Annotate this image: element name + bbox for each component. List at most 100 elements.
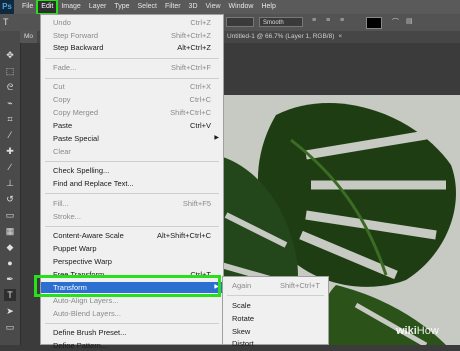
menu-fade-shortcut: Shift+Ctrl+F [170, 63, 211, 72]
tab-mo[interactable]: Mo [20, 31, 38, 43]
menu-define-brush[interactable]: Define Brush Preset... [41, 327, 223, 338]
menu-window[interactable]: Window [225, 0, 258, 14]
menu-cut[interactable]: Cut Ctrl+X [41, 81, 223, 92]
menu-copy[interactable]: Copy Ctrl+C [41, 94, 223, 105]
transform-submenu: Again Shift+Ctrl+T Scale Rotate Skew Dist… [222, 276, 329, 348]
menu-auto-blend[interactable]: Auto-Blend Layers... [41, 308, 223, 319]
brush-tool-icon[interactable]: ∕ [4, 161, 16, 173]
align-center-icon[interactable]: ≡ [326, 17, 330, 24]
photoshop-logo: Ps [0, 0, 14, 14]
menu-find-replace-label: Find and Replace Text... [53, 179, 134, 188]
menu-edit[interactable]: Edit [36, 0, 59, 15]
menu-clear[interactable]: Clear [41, 146, 223, 157]
menu-paste-special[interactable]: Paste Special ▶ [41, 133, 223, 144]
gradient-tool-icon[interactable]: ▦ [4, 225, 16, 237]
menu-find-replace[interactable]: Find and Replace Text... [41, 178, 223, 189]
menu-separator [45, 161, 219, 162]
menu-type[interactable]: Type [110, 0, 133, 14]
type-tool-icon[interactable]: T [4, 289, 16, 301]
marquee-tool-icon[interactable]: ⬚ [4, 65, 16, 77]
align-left-icon[interactable]: ≡ [312, 17, 316, 24]
lasso-tool-icon[interactable]: ᘓ [4, 81, 16, 93]
move-tool-icon[interactable]: ✥ [4, 49, 16, 61]
font-size-field[interactable] [226, 17, 254, 27]
submenu-rotate[interactable]: Rotate [223, 313, 328, 325]
menu-separator [45, 78, 219, 79]
align-right-icon[interactable]: ≡ [340, 17, 344, 24]
watermark-how: How [416, 325, 439, 337]
menu-separator [227, 295, 324, 296]
submenu-distort[interactable]: Distort [223, 338, 328, 350]
transform-annotation-highlight [34, 275, 221, 297]
menu-filter[interactable]: Filter [161, 0, 185, 14]
menu-fade[interactable]: Fade... Shift+Ctrl+F [41, 62, 223, 73]
wikihow-watermark: wikiHow [396, 325, 439, 337]
menu-copy-label: Copy [53, 95, 71, 104]
dodge-tool-icon[interactable]: ● [4, 257, 16, 269]
submenu-again-shortcut: Shift+Ctrl+T [279, 281, 320, 290]
eyedropper-tool-icon[interactable]: ⁄ [4, 129, 16, 141]
warp-text-icon[interactable]: ⌒ [392, 17, 399, 27]
menu-separator [45, 323, 219, 324]
menu-help[interactable]: Help [257, 0, 279, 14]
menu-fill[interactable]: Fill... Shift+F5 [41, 198, 223, 209]
menu-content-aware-scale-label: Content-Aware Scale [53, 231, 124, 240]
menu-define-brush-label: Define Brush Preset... [53, 328, 127, 337]
menu-paste-label: Paste [53, 121, 73, 130]
type-tool-icon[interactable]: T [3, 16, 15, 28]
menu-copy-merged[interactable]: Copy Merged Shift+Ctrl+C [41, 107, 223, 118]
menu-content-aware-scale[interactable]: Content-Aware Scale Alt+Shift+Ctrl+C [41, 230, 223, 241]
submenu-again[interactable]: Again Shift+Ctrl+T [223, 280, 328, 292]
shape-tool-icon[interactable]: ▭ [4, 321, 16, 333]
pen-tool-icon[interactable]: ✒ [4, 273, 16, 285]
menu-fade-label: Fade... [53, 63, 77, 72]
submenu-scale[interactable]: Scale [223, 300, 328, 312]
anti-alias-select[interactable]: Smooth [259, 17, 303, 27]
close-icon[interactable]: × [338, 33, 342, 40]
menu-stroke[interactable]: Stroke... [41, 211, 223, 222]
quick-select-tool-icon[interactable]: ⌁ [4, 97, 16, 109]
menu-paste[interactable]: Paste Ctrl+V [41, 120, 223, 131]
toolbox: ✥ ⬚ ᘓ ⌁ ⌗ ⁄ ✚ ∕ ⊥ ↺ ▭ ▦ ◆ ● ✒ T ➤ ▭ [0, 31, 21, 345]
menu-step-forward[interactable]: Step Forward Shift+Ctrl+Z [41, 30, 223, 41]
menu-define-pattern[interactable]: Define Pattern... [41, 340, 223, 351]
menu-clear-label: Clear [53, 147, 71, 156]
menu-paste-shortcut: Ctrl+V [189, 121, 211, 130]
watermark-wiki: wiki [396, 325, 417, 337]
character-panel-icon[interactable]: ▤ [406, 17, 413, 25]
submenu-arrow-icon: ▶ [214, 135, 219, 141]
menu-image[interactable]: Image [57, 0, 84, 14]
menu-select[interactable]: Select [134, 0, 161, 14]
menu-3d[interactable]: 3D [185, 0, 202, 14]
menu-view[interactable]: View [202, 0, 225, 14]
menu-stroke-label: Stroke... [53, 212, 81, 221]
menu-cut-shortcut: Ctrl+X [189, 82, 211, 91]
tab-untitled-label: Untitled-1 @ 66.7% (Layer 1, RGB/8) [227, 33, 335, 40]
tab-untitled[interactable]: Untitled-1 @ 66.7% (Layer 1, RGB/8) × [227, 31, 342, 43]
menu-perspective-warp[interactable]: Perspective Warp [41, 256, 223, 267]
menu-puppet-warp[interactable]: Puppet Warp [41, 243, 223, 254]
menu-undo[interactable]: Undo Ctrl+Z [41, 17, 223, 28]
menu-puppet-warp-label: Puppet Warp [53, 244, 97, 253]
path-selection-tool-icon[interactable]: ➤ [4, 305, 16, 317]
menu-check-spelling[interactable]: Check Spelling... [41, 165, 223, 176]
submenu-skew[interactable]: Skew [223, 326, 328, 338]
menu-cut-label: Cut [53, 82, 65, 91]
eraser-tool-icon[interactable]: ▭ [4, 209, 16, 221]
menu-step-backward[interactable]: Step Backward Alt+Ctrl+Z [41, 42, 223, 53]
text-color-swatch[interactable] [366, 17, 382, 29]
history-brush-tool-icon[interactable]: ↺ [4, 193, 16, 205]
menu-layer[interactable]: Layer [85, 0, 111, 14]
menu-separator [45, 226, 219, 227]
menu-check-spelling-label: Check Spelling... [53, 166, 110, 175]
submenu-skew-label: Skew [232, 327, 251, 336]
menu-copy-shortcut: Ctrl+C [189, 95, 211, 104]
menu-auto-blend-label: Auto-Blend Layers... [53, 309, 121, 318]
menu-separator [45, 193, 219, 194]
clone-stamp-tool-icon[interactable]: ⊥ [4, 177, 16, 189]
healing-brush-tool-icon[interactable]: ✚ [4, 145, 16, 157]
blur-tool-icon[interactable]: ◆ [4, 241, 16, 253]
crop-tool-icon[interactable]: ⌗ [4, 113, 16, 125]
menu-fill-label: Fill... [53, 199, 69, 208]
menu-file[interactable]: File [18, 0, 37, 14]
